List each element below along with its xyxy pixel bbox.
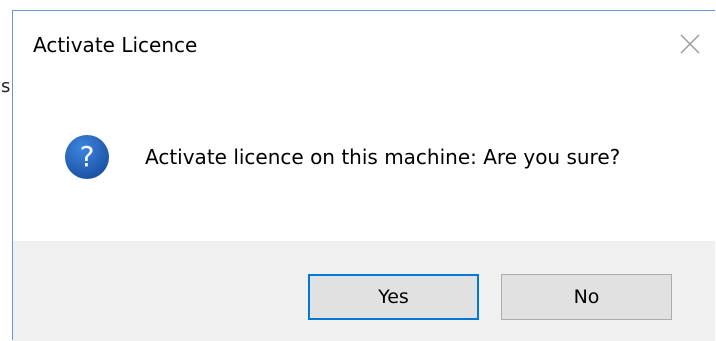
question-icon: ? — [65, 135, 109, 179]
message-dialog: Activate Licence ? Activate licence on t… — [12, 10, 715, 341]
close-button[interactable] — [665, 23, 715, 65]
svg-text:?: ? — [80, 140, 95, 173]
dialog-title: Activate Licence — [33, 33, 198, 57]
background-window: s — [0, 0, 12, 340]
dialog-content: ? Activate licence on this machine: Are … — [13, 81, 715, 241]
yes-button[interactable]: Yes — [308, 274, 479, 320]
background-text-fragment: s — [1, 76, 11, 97]
no-button[interactable]: No — [501, 274, 672, 320]
dialog-titlebar[interactable]: Activate Licence — [13, 11, 715, 81]
dialog-message: Activate licence on this machine: Are yo… — [145, 145, 621, 169]
close-icon — [680, 34, 700, 54]
dialog-button-bar: Yes No — [13, 241, 715, 341]
